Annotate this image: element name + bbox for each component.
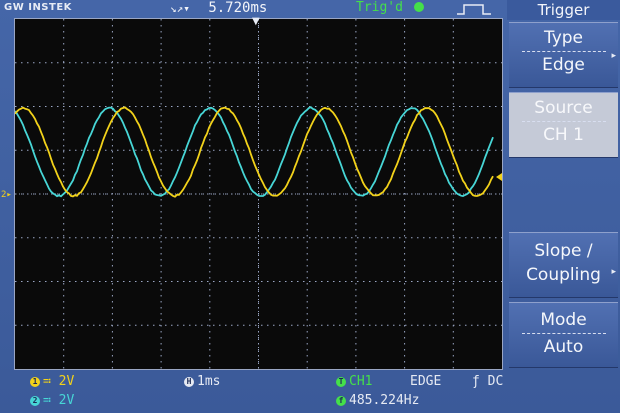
- menu-slope-coupling-button[interactable]: Slope / Coupling ▸: [509, 232, 618, 298]
- waveform-display: [14, 18, 503, 370]
- trigger-position-marker-icon: ▼: [252, 16, 260, 27]
- timebase-badge-icon: H: [184, 377, 194, 387]
- menu-slope-label: Slope /: [509, 239, 618, 263]
- trigger-badge-icon: T: [336, 377, 346, 387]
- trigger-status-text: Trig'd: [356, 0, 403, 15]
- trigger-status: Trig'd: [356, 0, 424, 15]
- graticule: [15, 19, 502, 369]
- time-position-readout: ↘↗▾ 5.720ms: [170, 0, 267, 16]
- frequency-readout: f 485.224Hz: [336, 393, 419, 408]
- ch2-badge-icon: 2: [30, 396, 40, 406]
- menu-type-label: Type: [509, 25, 618, 51]
- ch1-badge-icon: 1: [30, 377, 40, 387]
- oscilloscope-screen: GW INSTEK ↘↗▾ 5.720ms Trig'd 2▸ ▼ Trigge…: [0, 0, 620, 413]
- menu-title: Trigger: [507, 0, 620, 20]
- menu-type-value: Edge: [509, 52, 618, 78]
- ch2-ground-marker: 2▸: [1, 190, 12, 200]
- time-shift-icon: ↘↗▾: [170, 2, 190, 15]
- time-position-value: 5.720ms: [208, 0, 267, 16]
- trigger-level-marker-icon: [496, 173, 502, 181]
- brand-logo: GW INSTEK: [4, 2, 72, 13]
- menu-coupling-label: Coupling: [509, 263, 618, 287]
- ch1-scale-readout: 1 ≕ 2V: [30, 374, 74, 389]
- frequency-value: 485.224Hz: [349, 393, 419, 408]
- submenu-arrow-icon: ▸: [611, 51, 616, 61]
- trigger-menu: Trigger Type Edge ▸ Source CH 1 Slope / …: [507, 0, 620, 413]
- trigger-type-readout: EDGE: [410, 374, 441, 389]
- trigger-status-icon: [414, 2, 424, 12]
- ch1-scale-value: ≕ 2V: [43, 374, 74, 389]
- frequency-badge-icon: f: [336, 396, 346, 406]
- menu-mode-value: Auto: [509, 334, 618, 360]
- menu-mode-label: Mode: [509, 307, 618, 333]
- timebase-value: 1ms: [197, 374, 220, 389]
- submenu-arrow-icon: ▸: [611, 267, 616, 277]
- trigger-source-readout: T CH1: [336, 374, 372, 389]
- trigger-source-value: CH1: [349, 374, 372, 389]
- ch2-scale-readout: 2 ≕ 2V: [30, 393, 74, 408]
- menu-source-button[interactable]: Source CH 1: [509, 92, 618, 158]
- ch2-scale-value: ≕ 2V: [43, 393, 74, 408]
- menu-source-label: Source: [509, 95, 618, 121]
- pulse-waveform-icon: [456, 2, 492, 16]
- info-bar: 1 ≕ 2V 2 ≕ 2V H 1ms T CH1 EDGE ƒ DC f 485.224…: [0, 372, 505, 413]
- trigger-slope-readout: ƒ DC: [472, 374, 503, 389]
- menu-type-button[interactable]: Type Edge ▸: [509, 22, 618, 88]
- menu-mode-button[interactable]: Mode Auto: [509, 302, 618, 368]
- ch1-trace: [15, 107, 493, 196]
- menu-source-value: CH 1: [509, 122, 618, 148]
- timebase-readout: H 1ms: [184, 374, 220, 389]
